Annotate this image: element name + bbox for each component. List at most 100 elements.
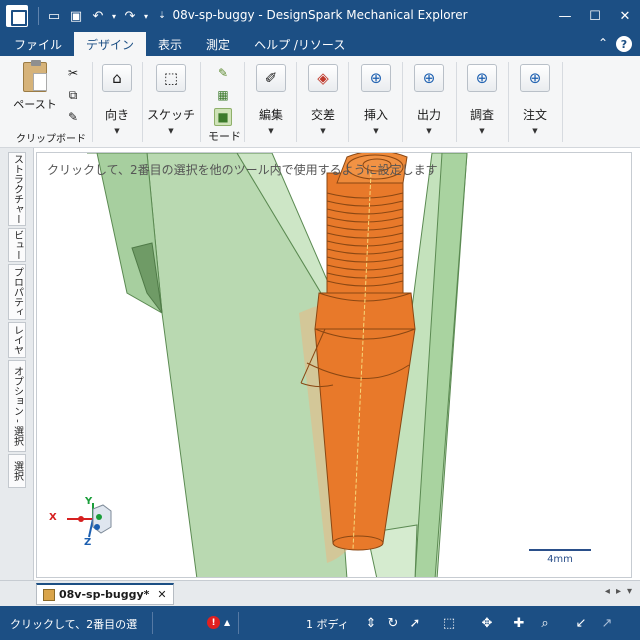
clipboard-group: ペースト ✂ ⧉ ✎ クリップボード [6, 60, 86, 145]
tab-file[interactable]: ファイル [2, 32, 74, 56]
tab-display[interactable]: 表示 [146, 32, 194, 56]
ribbon-separator [562, 62, 563, 142]
cut-icon[interactable]: ✂ [64, 64, 82, 82]
help-icon[interactable]: ? [616, 36, 632, 52]
status-separator [152, 612, 153, 634]
edit-button[interactable]: ✐ 編集 ▼ [248, 64, 294, 135]
ribbon-separator [456, 62, 457, 142]
orientation-triad[interactable] [67, 503, 112, 538]
format-painter-icon[interactable]: ✎ [64, 108, 82, 126]
sketch-button[interactable]: ⬚ スケッチ ▼ [147, 64, 195, 135]
tab-select[interactable]: 選択 [8, 454, 26, 488]
tab-help-resources[interactable]: ヘルプ /リソース [242, 32, 357, 56]
tab-measure[interactable]: 測定 [194, 32, 242, 56]
sketch-icon: ⬚ [156, 64, 186, 92]
document-tab-strip: 08v-sp-buggy* ✕ ◂ ▸ ▾ [0, 580, 640, 606]
select-scroll-icon[interactable]: ⇕ [362, 614, 380, 632]
insert-label: 挿入 [363, 108, 388, 122]
status-separator [238, 612, 239, 634]
minimize-icon[interactable]: — [550, 0, 580, 32]
document-icon [43, 588, 55, 601]
copy-icon[interactable]: ⧉ [64, 86, 82, 104]
scroll-left-icon[interactable]: ◂ [605, 586, 610, 597]
previous-view-icon[interactable]: ↙ [572, 614, 590, 632]
ribbon-separator [244, 62, 245, 142]
undo-icon[interactable]: ↶ [87, 5, 109, 27]
tab-properties-label: プロパティ [11, 267, 23, 317]
tab-properties[interactable]: プロパティ [8, 264, 26, 320]
output-icon: ⊕ [414, 64, 444, 92]
ribbon-separator [92, 62, 93, 142]
box-select-icon[interactable]: ⬚ [440, 614, 458, 632]
chevron-down-icon: ▼ [168, 127, 174, 135]
ribbon-separator [348, 62, 349, 142]
edit-label: 編集 [258, 108, 283, 122]
scroll-right-icon[interactable]: ▸ [616, 586, 621, 597]
tab-list-icon[interactable]: ▾ [627, 586, 632, 597]
redo-icon[interactable]: ↷ [119, 5, 141, 27]
customize-qat-icon[interactable]: ⇣ [151, 5, 173, 27]
output-button[interactable]: ⊕ 出力 ▼ [406, 64, 452, 135]
ribbon-separator [508, 62, 509, 142]
next-view-icon[interactable]: ↗ [598, 614, 616, 632]
order-icon: ⊕ [520, 64, 550, 92]
intersect-button[interactable]: ◈ 交差 ▼ [300, 64, 346, 135]
clipboard-group-label: クリップボード [16, 134, 86, 145]
output-label: 出力 [416, 108, 441, 122]
undo-dropdown-icon[interactable]: ▾ [109, 5, 119, 27]
home-icon: ⌂ [102, 64, 132, 92]
tab-layers-label: レイヤ [11, 325, 23, 355]
quick-access-toolbar: ▭ ▣ ↶ ▾ ↷ ▾ ⇣ [34, 5, 173, 27]
section-mode-icon[interactable]: ▦ [214, 86, 232, 104]
save-icon[interactable]: ▣ [65, 5, 87, 27]
sketch-mode-icon[interactable]: ✎ [214, 64, 232, 82]
close-tab-icon[interactable]: ✕ [157, 588, 166, 601]
rotate-select-icon[interactable]: ↻ [384, 614, 402, 632]
chevron-down-icon: ▼ [426, 127, 432, 135]
3d-mode-icon[interactable]: ■ [214, 108, 232, 126]
model-canvas[interactable] [37, 153, 632, 578]
paste-icon [23, 60, 47, 92]
tab-options-select-label: オプション - 選択 [11, 366, 23, 446]
insert-icon: ⊕ [361, 64, 391, 92]
qat-separator [38, 7, 39, 25]
pointer-icon[interactable]: ➚ [406, 614, 424, 632]
chevron-down-icon: ▼ [373, 127, 379, 135]
maximize-icon[interactable]: ☐ [580, 0, 610, 32]
order-button[interactable]: ⊕ 注文 ▼ [512, 64, 558, 135]
window-controls: — ☐ ✕ [550, 0, 640, 32]
design-viewport[interactable]: クリックして、2番目の選択を他のツール内で使用するように設定します X Y Z … [36, 152, 632, 578]
app-logo-icon[interactable] [6, 5, 28, 27]
document-tab[interactable]: 08v-sp-buggy* ✕ [36, 583, 174, 605]
ribbon-tabs: ファイル デザイン 表示 測定 ヘルプ /リソース ⌃ ? [0, 32, 640, 56]
spin-icon[interactable]: ✥ [478, 614, 496, 632]
tab-design[interactable]: デザイン [74, 32, 147, 56]
open-folder-icon[interactable]: ▭ [43, 5, 65, 27]
ribbon: ペースト ✂ ⧉ ✎ クリップボード ⌂ 向き ▼ ⬚ スケッチ ▼ ✎ ▦ ■… [0, 56, 640, 148]
error-indicator-icon[interactable]: ! [207, 616, 220, 629]
investigate-label: 調査 [469, 108, 494, 122]
ribbon-separator [296, 62, 297, 142]
document-tab-label: 08v-sp-buggy* [59, 588, 150, 601]
tab-view[interactable]: ビュー [8, 228, 26, 262]
orient-button[interactable]: ⌂ 向き ▼ [94, 64, 140, 135]
ribbon-separator [142, 62, 143, 142]
insert-button[interactable]: ⊕ 挿入 ▼ [353, 64, 399, 135]
close-icon[interactable]: ✕ [610, 0, 640, 32]
pan-icon[interactable]: ✚ [510, 614, 528, 632]
order-label: 注文 [522, 108, 547, 122]
chevron-down-icon: ▼ [532, 127, 538, 135]
zoom-icon[interactable]: ⌕ [536, 614, 554, 632]
tab-options-select[interactable]: オプション - 選択 [8, 360, 26, 452]
investigate-button[interactable]: ⊕ 調査 ▼ [459, 64, 505, 135]
redo-dropdown-icon[interactable]: ▾ [141, 5, 151, 27]
edit-brush-icon: ✐ [256, 64, 286, 92]
tab-view-label: ビュー [11, 230, 23, 260]
collapse-ribbon-icon[interactable]: ⌃ [598, 36, 608, 50]
tab-layers[interactable]: レイヤ [8, 322, 26, 358]
chevron-up-icon[interactable]: ▲ [224, 618, 230, 627]
investigate-icon: ⊕ [467, 64, 497, 92]
title-bar: ▭ ▣ ↶ ▾ ↷ ▾ ⇣ 08v-sp-buggy - DesignSpark… [0, 0, 640, 32]
paste-button[interactable]: ペースト [10, 60, 60, 112]
tab-structure[interactable]: ストラクチャー [8, 152, 26, 226]
